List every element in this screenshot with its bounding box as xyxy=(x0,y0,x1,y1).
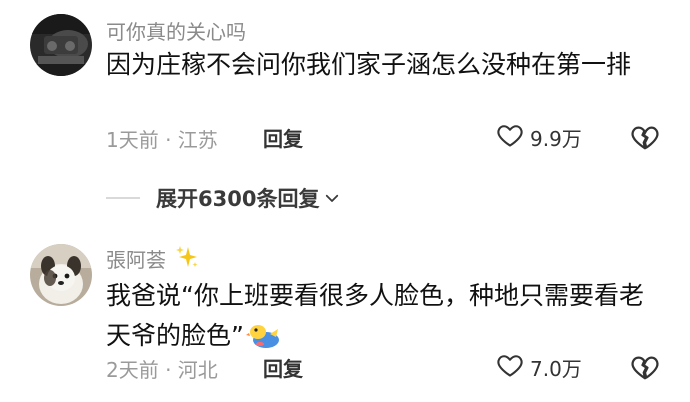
like-count: 7.0万 xyxy=(530,356,582,381)
time-location: 1天前 · 江苏 xyxy=(106,128,218,152)
comment-item: 可你真的关心吗 因为庄稼不会问你我们家子涵怎么没种在第一排 1天前 · 江苏 回… xyxy=(0,0,690,180)
broken-heart-icon[interactable] xyxy=(630,352,660,382)
sparkle-icon xyxy=(174,244,200,275)
duck-sticker-icon xyxy=(245,320,282,350)
reply-button[interactable]: 回复 xyxy=(263,353,303,382)
comment-meta-row: 2天前 · 河北 回复 7.0万 xyxy=(0,350,690,384)
expand-replies-label: 展开6300条回复 xyxy=(156,187,320,211)
expand-replies-button[interactable]: 展开6300条回复 xyxy=(156,183,341,213)
comment-text: 因为庄稼不会问你我们家子涵怎么没种在第一排 xyxy=(106,50,632,79)
reply-button[interactable]: 回复 xyxy=(263,123,303,152)
heart-icon xyxy=(496,351,524,383)
broken-heart-icon[interactable] xyxy=(630,122,660,152)
comment-meta-row: 1天前 · 江苏 回复 9.9万 xyxy=(0,120,690,154)
time-location: 2天前 · 河北 xyxy=(106,358,218,382)
comment-item: 張阿荟 我爸说“你上班要看很多人脸色，种地只需要看老天爷的脸色” 2天前 · 河… xyxy=(0,230,690,402)
comment-text-content: 我爸说“你上班要看很多人脸色，种地只需要看老天爷的脸色” xyxy=(106,281,644,350)
like-count: 9.9万 xyxy=(530,126,582,151)
comment-text: 我爸说“你上班要看很多人脸色，种地只需要看老天爷的脸色” xyxy=(106,276,666,356)
username[interactable]: 張阿荟 xyxy=(106,244,200,275)
avatar[interactable] xyxy=(30,244,92,306)
expand-replies-row: 展开6300条回复 xyxy=(0,180,690,216)
username-text: 張阿荟 xyxy=(106,248,166,272)
chevron-down-icon xyxy=(323,189,341,207)
divider-line xyxy=(106,197,140,199)
username[interactable]: 可你真的关心吗 xyxy=(106,16,246,45)
avatar[interactable] xyxy=(30,14,92,76)
like-button[interactable]: 7.0万 xyxy=(496,350,582,384)
like-button[interactable]: 9.9万 xyxy=(496,120,582,154)
heart-icon xyxy=(496,121,524,153)
